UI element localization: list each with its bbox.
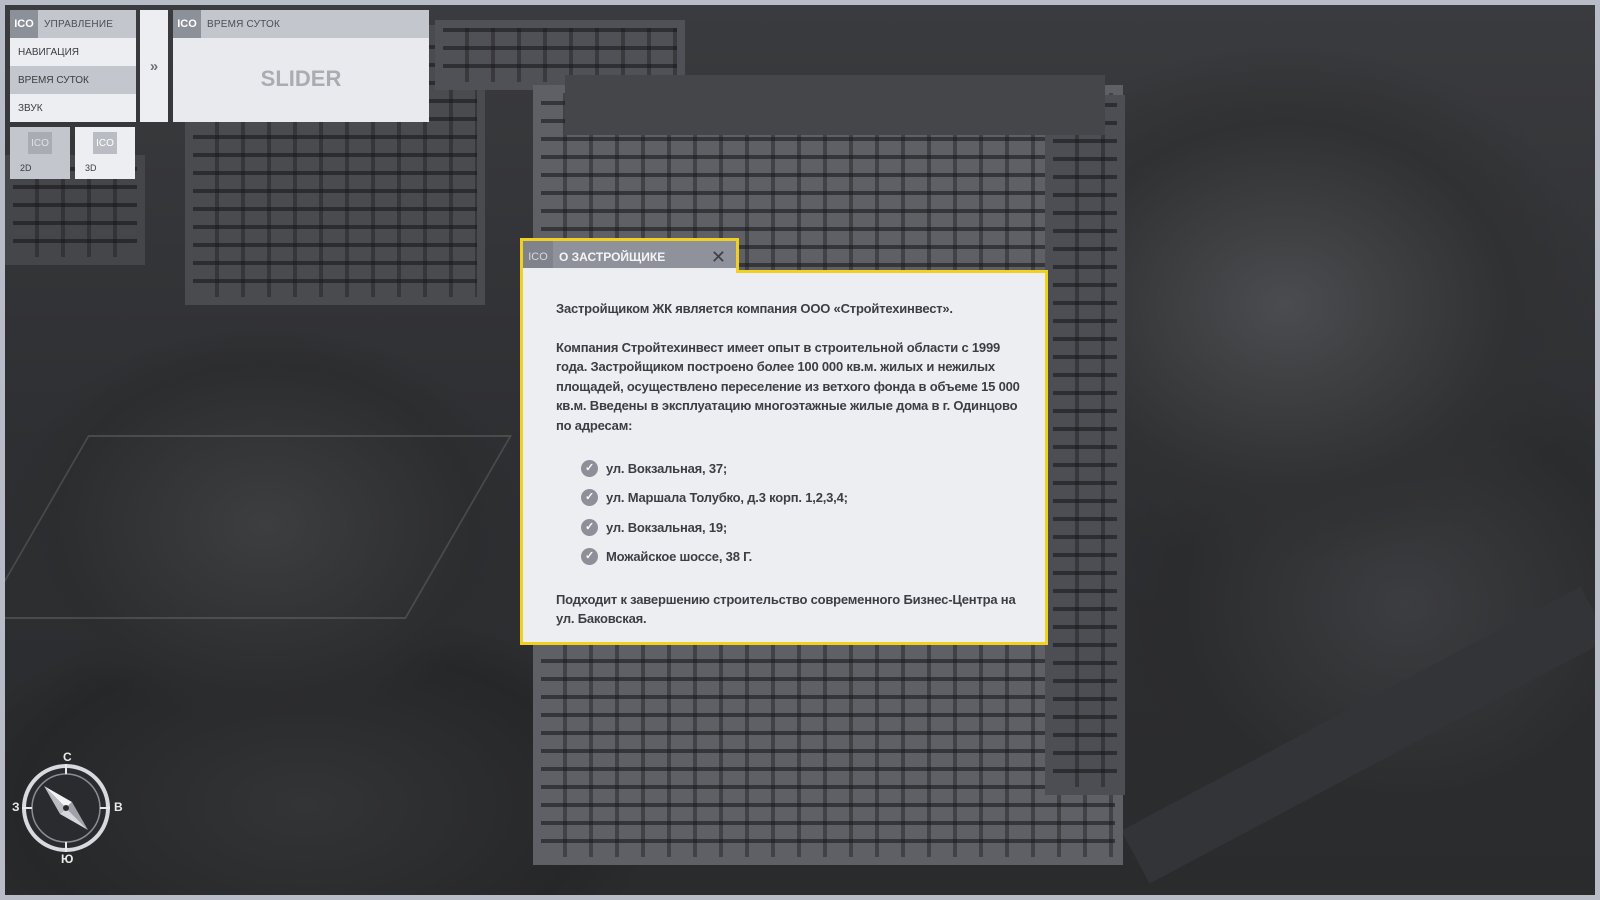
compass-south-label: Ю [61,852,74,866]
sports-court [5,435,513,619]
address-text: ул. Маршала Толубко, д.3 корп. 1,2,3,4; [606,490,848,506]
modal-intro: Застройщиком ЖК является компания ООО «С… [556,301,953,316]
compass-east-label: В [114,800,123,814]
control-icon: ICO [10,10,38,38]
control-panel-header: ICO УПРАВЛЕНИЕ [10,10,136,38]
double-chevron-right-icon: » [149,57,159,75]
close-icon[interactable]: ✕ [711,248,726,266]
view-2d-label: 2D [20,163,32,173]
list-item: ✓ ул. Вокзальная, 37; [581,454,1025,484]
view-2d-icon: ICO [28,132,52,154]
compass-icon [22,764,110,852]
check-circle-icon: ✓ [581,548,598,566]
developer-info-modal: Застройщиком ЖК является компания ООО «С… [520,270,1048,645]
control-panel-title: УПРАВЛЕНИЕ [44,18,114,30]
modal-closing: Подходит к завершению строительство совр… [556,591,1016,627]
compass[interactable]: С Ю З В [12,750,126,868]
view-2d-button[interactable]: ICO 2D [10,127,70,179]
view-3d-icon: ICO [93,132,117,154]
modal-tab-join [523,268,736,274]
modal-title: О ЗАСТРОЙЩИКЕ [559,249,666,264]
compass-north-label: С [63,750,72,764]
address-text: Можайское шоссе, 38 Г. [606,549,753,565]
check-circle-icon: ✓ [581,518,598,536]
address-text: ул. Вокзальная, 19; [606,519,728,535]
control-panel: ICO УПРАВЛЕНИЕ НАВИГАЦИЯ ВРЕМЯ СУТОК ЗВУ… [10,10,136,122]
address-list: ✓ ул. Вокзальная, 37; ✓ ул. Маршала Толу… [581,454,1025,572]
time-of-day-panel: ICO ВРЕМЯ СУТОК SLIDER [173,10,429,122]
check-circle-icon: ✓ [581,489,598,507]
menu-item-navigation[interactable]: НАВИГАЦИЯ [10,38,136,66]
time-icon: ICO [173,10,201,38]
menu-item-sound[interactable]: ЗВУК [10,94,136,122]
menu-item-time-of-day[interactable]: ВРЕМЯ СУТОК [10,66,136,94]
address-text: ул. Вокзальная, 37; [606,460,728,476]
modal-paragraph: Компания Стройтехинвест имеет опыт в стр… [556,339,1020,433]
time-panel-title: ВРЕМЯ СУТОК [207,18,281,30]
time-panel-header: ICO ВРЕМЯ СУТОК [173,10,429,38]
compass-west-label: З [12,800,20,814]
expand-panel-button[interactable]: » [140,10,168,122]
time-slider[interactable]: SLIDER [173,66,429,92]
road [1121,586,1595,884]
check-circle-icon: ✓ [581,459,598,477]
building-roof [565,75,1105,135]
modal-body: Застройщиком ЖК является компания ООО «С… [556,299,1025,629]
view-3d-label: 3D [85,163,97,173]
list-item: ✓ Можайское шоссе, 38 Г. [581,542,1025,572]
main-building-side [1045,95,1125,795]
list-item: ✓ ул. Маршала Толубко, д.3 корп. 1,2,3,4… [581,483,1025,513]
view-3d-button[interactable]: ICO 3D [75,127,135,179]
list-item: ✓ ул. Вокзальная, 19; [581,513,1025,543]
